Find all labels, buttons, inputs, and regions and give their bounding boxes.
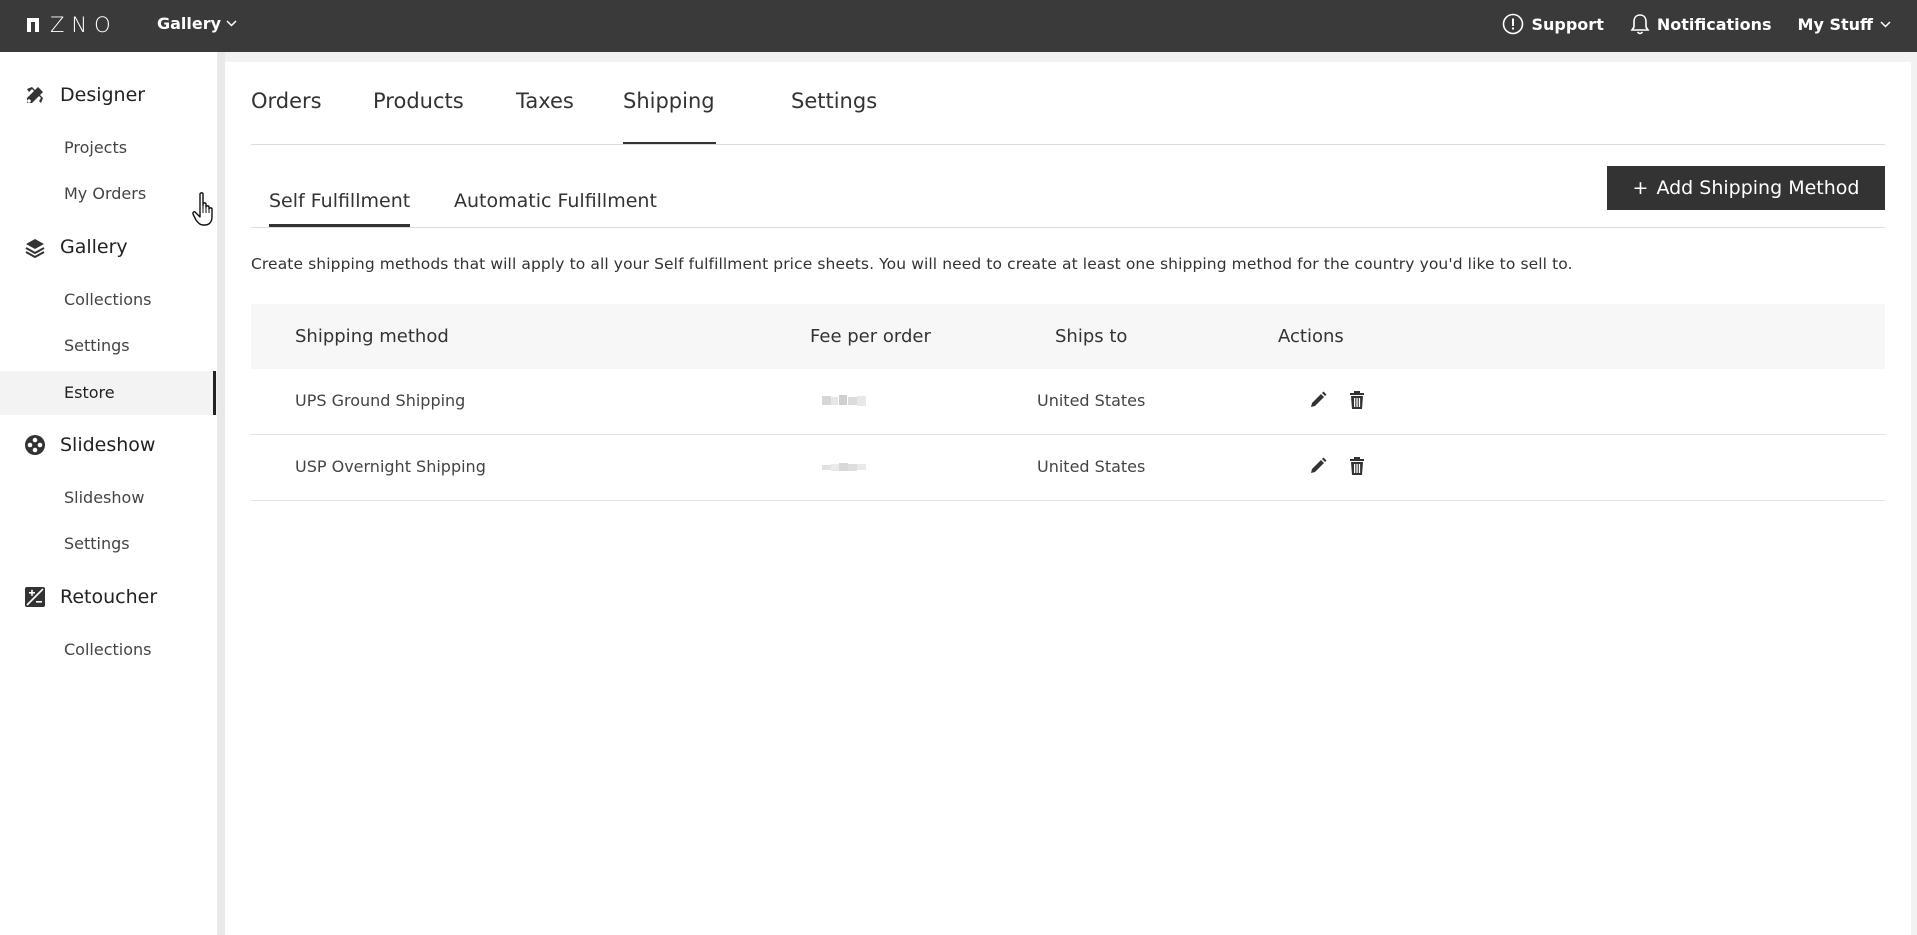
designer-icon	[27, 87, 43, 103]
table-header: Shipping method Fee per order Ships to A…	[251, 304, 1885, 369]
edit-pencil-icon[interactable]	[1308, 456, 1328, 476]
shipping-method-name: UPS Ground Shipping	[295, 391, 466, 410]
main-panel: Orders Products Taxes Shipping Settings …	[225, 62, 1911, 935]
support-label: Support	[1531, 14, 1604, 34]
sidebar-item-gallery-settings[interactable]: Settings	[64, 336, 130, 355]
tab-products[interactable]: Products	[373, 89, 464, 113]
sidebar-section-designer[interactable]: Designer	[24, 84, 145, 106]
logo-text: ZNO	[50, 13, 118, 37]
tab-orders[interactable]: Orders	[251, 89, 322, 113]
sidebar: Designer Projects My Orders Gallery Coll…	[0, 52, 217, 935]
estore-tabs: Orders Products Taxes Shipping Settings	[251, 62, 1885, 145]
ships-to: United States	[1037, 391, 1146, 410]
sidebar-section-slideshow[interactable]: Slideshow	[24, 434, 155, 456]
sidebar-item-my-orders[interactable]: My Orders	[64, 184, 146, 203]
top-navigation-bar: ZNO Gallery Support Notifications My Stu…	[0, 0, 1917, 52]
zno-logo-mark-icon	[27, 18, 39, 32]
sidebar-item-estore[interactable]: Estore	[64, 383, 115, 402]
film-reel-icon	[25, 435, 45, 455]
header-shipping-method: Shipping method	[295, 326, 449, 347]
support-link[interactable]: Support	[1502, 13, 1604, 35]
tab-settings[interactable]: Settings	[791, 89, 877, 113]
sidebar-item-retoucher-collections[interactable]: Collections	[64, 640, 151, 659]
tab-taxes[interactable]: Taxes	[516, 89, 574, 113]
plus-icon: +	[1632, 177, 1649, 199]
tab-shipping[interactable]: Shipping	[623, 89, 715, 113]
subtab-automatic-fulfillment[interactable]: Automatic Fulfillment	[454, 190, 657, 212]
sidebar-item-projects[interactable]: Projects	[64, 138, 127, 157]
alert-circle-icon	[1503, 13, 1524, 35]
sidebar-section-label: Slideshow	[60, 434, 156, 456]
sidebar-item-slideshow[interactable]: Slideshow	[64, 488, 144, 507]
subtab-self-fulfillment[interactable]: Self Fulfillment	[269, 190, 410, 212]
sidebar-section-gallery[interactable]: Gallery	[24, 236, 128, 258]
description-text: Create shipping methods that will apply …	[251, 255, 1573, 273]
sidebar-scrollbar[interactable]	[217, 52, 225, 935]
header-actions: Actions	[1278, 326, 1344, 347]
table-row: USP Overnight Shipping United States	[251, 435, 1885, 501]
edit-pencil-icon[interactable]	[1308, 390, 1328, 410]
notifications-link[interactable]: Notifications	[1630, 13, 1772, 35]
active-subtab-indicator	[269, 224, 410, 227]
active-tab-indicator	[623, 142, 716, 144]
my-stuff-menu[interactable]: My Stuff	[1798, 15, 1891, 34]
header-fee-per-order: Fee per order	[810, 326, 931, 347]
delete-trash-icon[interactable]	[1348, 390, 1366, 410]
ships-to: United States	[1037, 457, 1146, 476]
sidebar-active-indicator	[213, 371, 216, 415]
sidebar-section-retoucher[interactable]: Retoucher	[24, 586, 157, 608]
retoucher-icon	[25, 587, 45, 607]
header-ships-to: Ships to	[1055, 326, 1128, 347]
shipping-methods-table: Shipping method Fee per order Ships to A…	[251, 304, 1885, 501]
fee-redacted	[822, 463, 866, 471]
sidebar-item-slideshow-settings[interactable]: Settings	[64, 534, 130, 553]
sidebar-section-label: Retoucher	[60, 586, 158, 608]
layers-icon	[25, 239, 45, 258]
bell-icon	[1630, 14, 1650, 35]
table-row: UPS Ground Shipping United States	[251, 369, 1885, 435]
fee-redacted	[822, 395, 866, 406]
hand-cursor-icon	[192, 192, 213, 226]
chevron-down-icon	[1880, 20, 1891, 28]
add-shipping-method-button[interactable]: + Add Shipping Method	[1607, 166, 1885, 210]
product-switcher-label: Gallery	[157, 14, 222, 33]
sidebar-item-collections[interactable]: Collections	[64, 290, 151, 309]
shipping-method-name: USP Overnight Shipping	[295, 457, 486, 476]
add-shipping-method-label: Add Shipping Method	[1656, 177, 1860, 199]
notifications-label: Notifications	[1656, 14, 1772, 34]
sidebar-section-label: Gallery	[60, 236, 128, 258]
sidebar-section-label: Designer	[60, 84, 146, 106]
chevron-down-icon	[226, 20, 237, 27]
zno-logo[interactable]: ZNO	[26, 13, 118, 37]
delete-trash-icon[interactable]	[1348, 456, 1366, 476]
product-switcher[interactable]: Gallery	[157, 14, 237, 33]
my-stuff-label: My Stuff	[1797, 14, 1873, 34]
